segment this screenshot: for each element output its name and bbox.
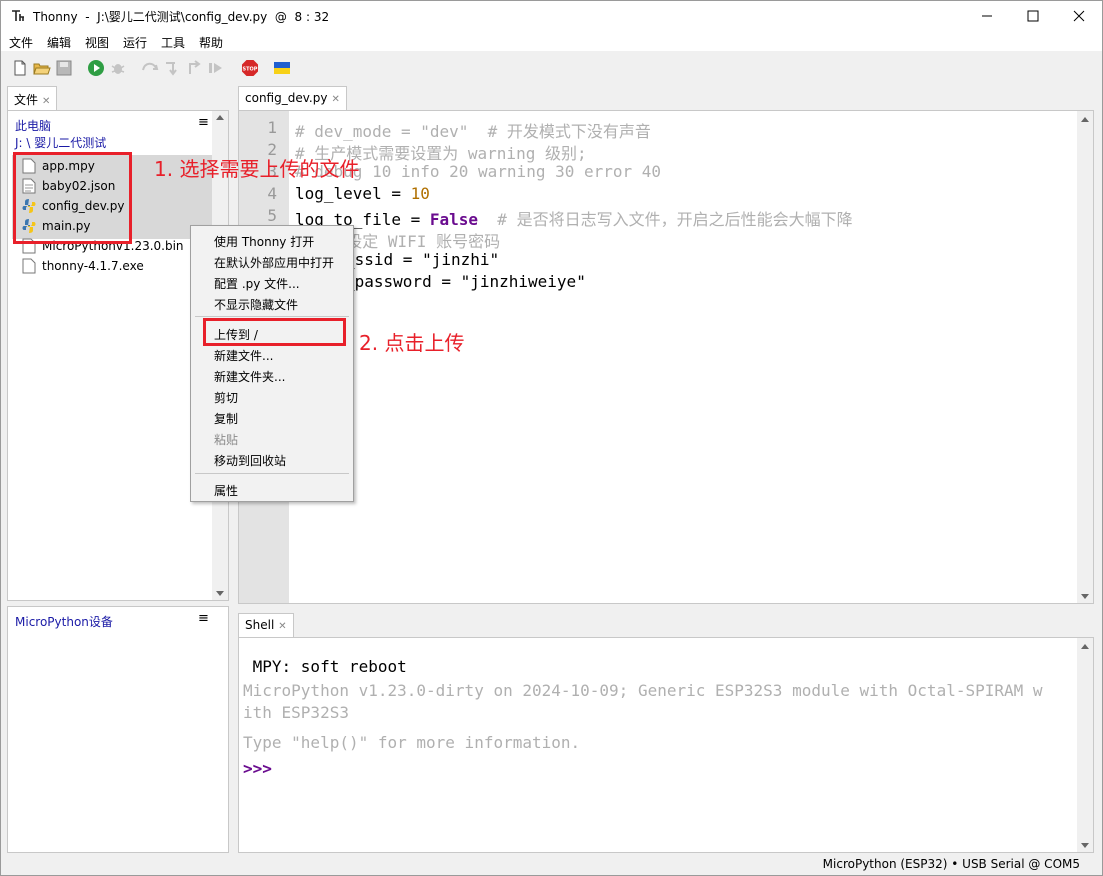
step-over-icon[interactable] — [141, 59, 159, 77]
menu-move-to-trash[interactable]: 移动到回收站 — [214, 452, 286, 469]
title-bar: Thonny - J:\婴儿二代测试\config_dev.py @ 8 : 3… — [1, 1, 1102, 31]
code-number: 10 — [410, 184, 430, 203]
menu-open-external[interactable]: 在默认外部应用中打开 — [214, 254, 334, 271]
minimize-button[interactable] — [964, 1, 1010, 31]
scroll-down-icon[interactable] — [216, 591, 224, 596]
code-line: _ssid = "jinzhi" — [345, 250, 500, 269]
menu-hide-hidden-files[interactable]: 不显示隐藏文件 — [214, 296, 298, 313]
ukraine-flag-icon[interactable] — [273, 59, 291, 77]
code-keyword: False — [429, 210, 479, 229]
editor-tabstrip: config_dev.py ✕ — [238, 86, 1093, 110]
tab-close-icon[interactable]: ✕ — [278, 621, 286, 632]
step-out-icon[interactable] — [185, 59, 203, 77]
shell-line: Type "help()" for more information. — [243, 733, 581, 752]
code-editor[interactable]: 1 2 3 4 5 # dev_mode = "dev" # 开发模式下没有声音… — [238, 110, 1094, 604]
svg-text:STOP: STOP — [243, 67, 258, 73]
path-root-link[interactable]: 此电脑 — [15, 117, 51, 134]
menu-view[interactable]: 视图 — [85, 34, 109, 51]
menu-separator — [195, 473, 349, 474]
code-line: log_level = 10 — [295, 184, 430, 203]
scroll-down-icon[interactable] — [1081, 594, 1089, 599]
thonny-window: Thonny - J:\婴儿二代测试\config_dev.py @ 8 : 3… — [0, 0, 1103, 876]
run-icon[interactable] — [87, 59, 105, 77]
line-number: 5 — [267, 206, 277, 225]
shell-prompt[interactable]: >>> — [243, 759, 272, 778]
tab-close-icon[interactable]: ✕ — [331, 94, 339, 105]
new-file-icon[interactable] — [11, 59, 29, 77]
minimize-icon — [982, 15, 992, 17]
path-dir-link[interactable]: J: \ 婴儿二代测试 — [15, 134, 106, 151]
maximize-icon — [1027, 10, 1039, 22]
annotation-box-upload — [203, 318, 346, 346]
status-bar: MicroPython (ESP32) • USB Serial @ COM5 — [1, 853, 1102, 875]
tab-config-dev-py[interactable]: config_dev.py ✕ — [238, 86, 347, 110]
shell-scrollbar[interactable] — [1077, 638, 1093, 852]
menu-edit[interactable]: 编辑 — [47, 34, 71, 51]
device-menu-icon[interactable]: ≡ — [198, 611, 209, 626]
menu-tools[interactable]: 工具 — [161, 34, 185, 51]
scroll-up-icon[interactable] — [1081, 644, 1089, 649]
menu-new-file[interactable]: 新建文件... — [214, 347, 273, 364]
menu-properties[interactable]: 属性 — [214, 482, 238, 499]
tab-shell[interactable]: Shell ✕ — [238, 613, 294, 637]
menu-new-folder[interactable]: 新建文件夹... — [214, 368, 285, 385]
code-comment: # 是否将日志写入文件，开启之后性能会大幅下降 — [478, 210, 853, 229]
toolbar: STOP — [1, 53, 1102, 83]
menu-configure-py[interactable]: 配置 .py 文件... — [214, 275, 300, 292]
stop-icon[interactable]: STOP — [241, 59, 259, 77]
menu-cut[interactable]: 剪切 — [214, 389, 238, 406]
step-into-icon[interactable] — [163, 59, 181, 77]
code-line: _password = "jinzhiweiye" — [345, 272, 586, 291]
window-title: Thonny - J:\婴儿二代测试\config_dev.py @ 8 : 3… — [33, 10, 330, 24]
shell-line: MPY: soft reboot — [243, 657, 407, 676]
close-button[interactable] — [1056, 1, 1102, 31]
code-line: # dev_mode = "dev" # 开发模式下没有声音 — [295, 122, 651, 141]
thonny-logo-icon — [11, 9, 25, 23]
annotation-step1: 1. 选择需要上传的文件 — [154, 157, 360, 181]
annotation-step2: 2. 点击上传 — [359, 331, 465, 355]
menu-file[interactable]: 文件 — [9, 34, 33, 51]
menu-run[interactable]: 运行 — [123, 34, 147, 51]
files-menu-icon[interactable]: ≡ — [198, 115, 209, 130]
tab-files-label: 文件 — [14, 93, 39, 107]
menu-open-in-thonny[interactable]: 使用 Thonny 打开 — [214, 233, 314, 250]
shell-line: ith ESP32S3 — [243, 703, 349, 722]
scroll-up-icon[interactable] — [1081, 117, 1089, 122]
shell-console[interactable]: MPY: soft reboot MicroPython v1.23.0-dir… — [238, 637, 1094, 853]
file-icon — [22, 258, 36, 274]
shell-tab-label: Shell — [245, 618, 275, 632]
menu-separator — [195, 316, 349, 317]
maximize-button[interactable] — [1010, 1, 1056, 31]
open-folder-icon[interactable] — [33, 59, 51, 77]
interpreter-status[interactable]: MicroPython (ESP32) • USB Serial @ COM5 — [823, 857, 1080, 871]
debug-icon[interactable] — [109, 59, 127, 77]
scroll-up-icon[interactable] — [216, 115, 224, 120]
close-icon — [1073, 10, 1085, 22]
code-line: log_to_file = False # 是否将日志写入文件，开启之后性能会大… — [295, 206, 853, 230]
shell-line: MicroPython v1.23.0-dirty on 2024-10-09;… — [243, 681, 1043, 700]
line-number: 1 — [267, 118, 277, 137]
tab-close-icon[interactable]: ✕ — [42, 96, 50, 107]
save-icon[interactable] — [55, 59, 73, 77]
scroll-down-icon[interactable] — [1081, 843, 1089, 848]
line-number: 4 — [267, 184, 277, 203]
file-name: thonny-4.1.7.exe — [42, 259, 144, 273]
annotation-box-files — [13, 152, 132, 244]
file-item-thonny-exe[interactable]: thonny-4.1.7.exe — [22, 256, 144, 276]
shell-tabstrip: Shell ✕ — [238, 613, 1093, 637]
editor-tab-label: config_dev.py — [245, 91, 328, 105]
menu-copy[interactable]: 复制 — [214, 410, 238, 427]
menu-help[interactable]: 帮助 — [199, 34, 223, 51]
files-tabstrip: 文件 ✕ — [7, 86, 229, 110]
device-panel-title: MicroPython设备 — [15, 615, 113, 629]
resume-icon[interactable] — [207, 59, 225, 77]
file-context-menu: 使用 Thonny 打开 在默认外部应用中打开 配置 .py 文件... 不显示… — [190, 225, 354, 502]
editor-scrollbar[interactable] — [1077, 111, 1093, 603]
tab-files[interactable]: 文件 ✕ — [7, 86, 58, 110]
menu-bar: 文件 编辑 视图 运行 工具 帮助 — [1, 31, 1102, 51]
code-token: log_level = — [295, 184, 411, 203]
menu-paste[interactable]: 粘贴 — [214, 431, 238, 448]
micropython-device-panel: MicroPython设备 ≡ — [7, 606, 229, 853]
